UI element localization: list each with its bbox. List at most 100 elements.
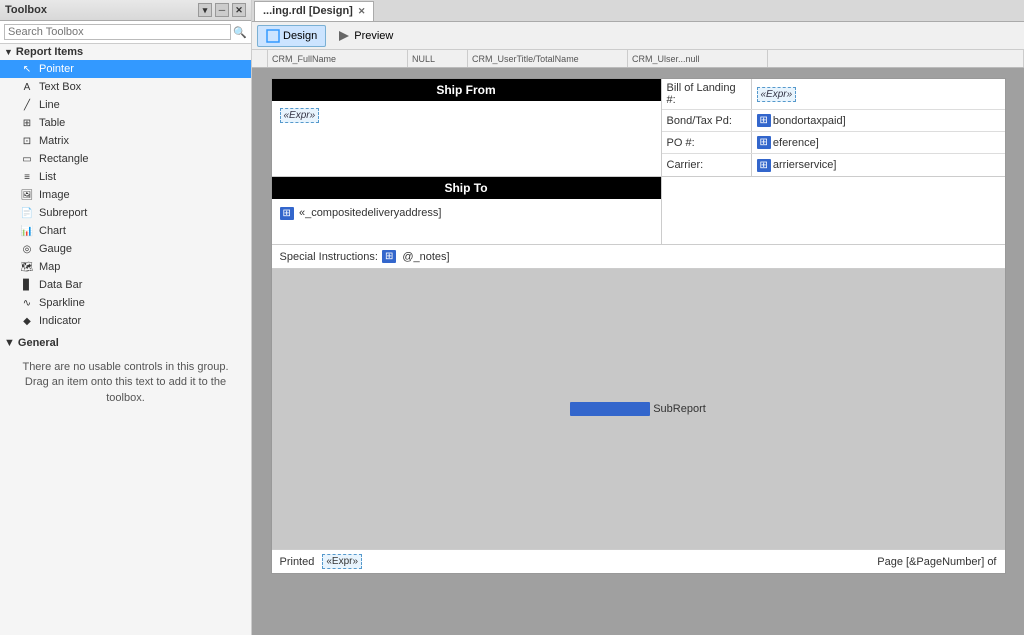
po-prefix: ⊞ [757,136,771,149]
footer-left: Printed «Expr» [280,554,363,569]
ship-right-grid: Bill of Landing #: «Expr» Bond/Tax Pd: ⊞… [662,79,1005,176]
bill-of-lading-label: Bill of Landing #: [662,79,752,109]
pointer-icon: ↖ [20,62,34,76]
toolbox-item-databar[interactable]: ▊ Data Bar [0,276,251,294]
map-icon: 🗺 [20,260,34,274]
general-section-header[interactable]: ▼ General [0,334,251,352]
chart-icon: 📊 [20,224,34,238]
column-headers: CRM_FullName NULL CRM_UserTitle/TotalNam… [252,50,1024,68]
bond-tax-label: Bond/Tax Pd: [662,110,752,131]
general-section-message: There are no usable controls in this gro… [0,352,251,414]
search-icon: 🔍 [233,26,247,39]
toolbox-item-map[interactable]: 🗺 Map [0,258,251,276]
toolbox-item-label: List [39,171,56,183]
toolbox-close-icon[interactable]: ✕ [232,3,246,17]
toolbox-item-gauge[interactable]: ◎ Gauge [0,240,251,258]
ship-from-left: Ship From «Expr» [272,79,662,176]
col-header-2: CRM_UserTitle/TotalName [468,50,628,67]
matrix-icon: ⊡ [20,134,34,148]
tab-bar: ...ing.rdl [Design] ✕ [252,0,1024,22]
toolbox-item-label: Text Box [39,81,81,93]
ship-to-section: Ship To ⊞ «_compositedeliveryaddress] [272,177,1005,245]
subreport-label: SubReport [653,403,706,415]
toolbox-item-chart[interactable]: 📊 Chart [0,222,251,240]
textbox-icon: A [20,80,34,94]
col-header-3: CRM_Ulser...null [628,50,768,67]
report-items-section-header[interactable]: ▼ Report Items [0,44,251,60]
col-header-0: CRM_FullName [268,50,408,67]
special-instructions-value: @_notes] [402,251,449,263]
ship-to-title: Ship To [272,177,661,199]
bond-tax-prefix: ⊞ [757,114,771,127]
toolbox-item-table[interactable]: ⊞ Table [0,114,251,132]
toolbox-item-label: Map [39,261,60,273]
toolbox-minimize-icon[interactable]: ─ [215,3,229,17]
toolbox-item-label: Data Bar [39,279,82,291]
bill-of-lading-value: «Expr» [752,79,1005,109]
canvas-scroll[interactable]: Ship From «Expr» Bill of Landing #: «Exp… [252,68,1024,635]
ship-from-title: Ship From [272,79,661,101]
toolbox-item-label: Sparkline [39,297,85,309]
toolbox-title-icons: ▾ ─ ✕ [198,3,246,17]
ship-right-info: Bill of Landing #: «Expr» Bond/Tax Pd: ⊞… [662,79,1005,176]
tab-label: ...ing.rdl [Design] [263,5,353,17]
toolbox-item-pointer[interactable]: ↖ Pointer [0,60,251,78]
toolbox-item-label: Indicator [39,315,81,327]
toolbox-item-indicator[interactable]: ◆ Indicator [0,312,251,330]
toolbox-item-rectangle[interactable]: ▭ Rectangle [0,150,251,168]
report-footer: Printed «Expr» Page [&PageNumber] of [272,549,1005,573]
toolbox-item-sparkline[interactable]: ∿ Sparkline [0,294,251,312]
toolbox-item-label: Pointer [39,63,74,75]
subreport-blue-bar [570,402,650,416]
toolbox-item-matrix[interactable]: ⊡ Matrix [0,132,251,150]
report-container: Ship From «Expr» Bill of Landing #: «Exp… [271,78,1006,574]
ship-to-expr: «_compositedeliveryaddress] [299,207,441,219]
bond-tax-expr: bondortaxpaid] [773,115,846,127]
ship-to-left: Ship To ⊞ «_compositedeliveryaddress] [272,177,662,244]
design-button[interactable]: Design [257,25,326,47]
po-value: ⊞ eference] [752,132,1005,153]
toolbox-item-label: Gauge [39,243,72,255]
toolbox-pin-icon[interactable]: ▾ [198,3,212,17]
footer-page-label: Page [&PageNumber] of [877,556,996,568]
toolbox-title-bar: Toolbox ▾ ─ ✕ [0,0,251,21]
special-instructions-prefix: ⊞ [382,250,396,263]
design-icon [266,29,280,43]
tab-close-icon[interactable]: ✕ [358,6,366,17]
carrier-label: Carrier: [662,154,752,176]
section-collapse-icon: ▼ [4,47,13,57]
image-icon: 🖼 [20,188,34,202]
toolbox-item-textbox[interactable]: A Text Box [0,78,251,96]
databar-icon: ▊ [20,278,34,292]
toolbox-item-label: Table [39,117,65,129]
list-icon: ≡ [20,170,34,184]
gauge-icon: ◎ [20,242,34,256]
preview-button[interactable]: Preview [328,25,402,47]
toolbox-search-bar[interactable]: 🔍 [0,21,251,44]
toolbox-content: ▼ Report Items ↖ Pointer A Text Box ╱ Li… [0,44,251,635]
footer-printed-label: Printed [280,556,315,568]
ship-to-content: ⊞ «_compositedeliveryaddress] [272,199,661,244]
toolbox-panel: Toolbox ▾ ─ ✕ 🔍 ▼ Report Items ↖ Pointer… [0,0,252,635]
carrier-row: Carrier: ⊞ arrierservice] [662,154,1005,176]
carrier-value: ⊞ arrierservice] [752,154,1005,176]
toolbox-item-list[interactable]: ≡ List [0,168,251,186]
main-area: ...ing.rdl [Design] ✕ Design Preview CRM… [252,0,1024,635]
toolbox-search-input[interactable] [4,24,231,40]
special-instructions-label: Special Instructions: [280,251,378,263]
toolbox-item-label: Image [39,189,70,201]
po-expr: eference] [773,137,819,149]
preview-icon [337,29,351,43]
indicator-icon: ◆ [20,314,34,328]
toolbox-title: Toolbox [5,4,47,16]
toolbox-item-subreport[interactable]: 📄 Subreport [0,204,251,222]
toolbox-item-label: Matrix [39,135,69,147]
toolbox-item-image[interactable]: 🖼 Image [0,186,251,204]
line-icon: ╱ [20,98,34,112]
toolbox-item-line[interactable]: ╱ Line [0,96,251,114]
toolbar: Design Preview [252,22,1024,50]
footer-expr: «Expr» [322,554,362,569]
design-label: Design [283,30,317,42]
bill-of-lading-expr: «Expr» [757,87,797,102]
design-tab[interactable]: ...ing.rdl [Design] ✕ [254,1,374,21]
